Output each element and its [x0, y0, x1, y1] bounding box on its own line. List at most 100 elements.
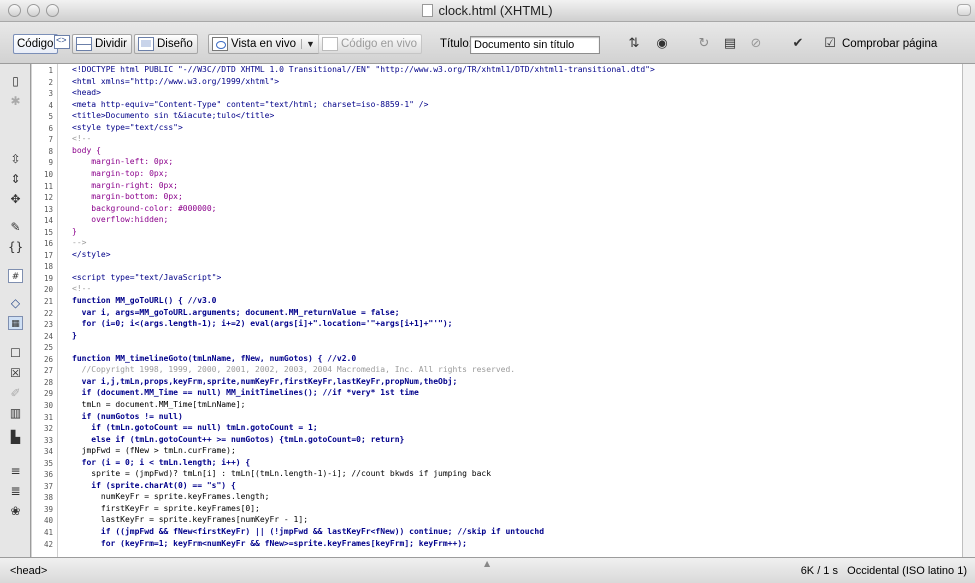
- code-line[interactable]: for (keyFrm=1; keyFrm<numKeyFr && fNew>=…: [72, 539, 467, 548]
- code-line[interactable]: <!DOCTYPE html PUBLIC "-//W3C//DTD XHTML…: [72, 65, 655, 74]
- line-number: 13: [43, 204, 53, 214]
- live-code-button[interactable]: Código en vivo: [318, 34, 423, 54]
- window-titlebar[interactable]: clock.html (XHTML): [0, 0, 975, 22]
- code-line[interactable]: body {: [72, 146, 101, 155]
- line-number-gutter: 1 2 3 4 5 6 7 8 9 10 11 12 13 14 15 16 17 18 19 20 21 22 23 24 2…: [32, 64, 58, 557]
- visual-aids-icon[interactable]: ⊘: [748, 37, 764, 51]
- syntax-error-alerts-icon[interactable]: ▦: [8, 316, 23, 330]
- code-line[interactable]: if (sprite.charAt(0) == "s") {: [72, 481, 236, 490]
- code-editor[interactable]: 1 2 3 4 5 6 7 8 9 10 11 12 13 14 15 16 17 18 19 20 21 22 23 24 2…: [32, 64, 962, 557]
- collapse-selection-icon[interactable]: ⇕: [8, 172, 23, 186]
- line-number: 22: [43, 308, 53, 318]
- code-line[interactable]: <!--: [72, 134, 91, 143]
- line-number: 32: [43, 424, 53, 434]
- open-documents-icon[interactable]: ▯: [8, 74, 23, 88]
- live-view-button[interactable]: Vista en vivo ▼: [208, 34, 320, 54]
- code-line[interactable]: function MM_timelineGoto(tmLnName, fNew,…: [72, 354, 356, 363]
- code-line[interactable]: tmLn = document.MM_Time[tmLnName];: [72, 400, 246, 409]
- line-number: 14: [43, 216, 53, 226]
- code-line[interactable]: if (tmLn.gotoCount == null) tmLn.gotoCou…: [72, 423, 317, 432]
- expand-all-icon[interactable]: ✥: [8, 192, 23, 206]
- code-view-button[interactable]: Código: [13, 34, 70, 54]
- chevron-down-icon[interactable]: ▼: [301, 39, 315, 49]
- code-line[interactable]: var i, args=MM_goToURL.arguments; docume…: [72, 308, 400, 317]
- code-line[interactable]: overflow:hidden;: [72, 215, 168, 224]
- line-number: 37: [43, 481, 53, 491]
- code-line[interactable]: <title>Documento sin t&iacute;tulo</titl…: [72, 111, 274, 120]
- code-line[interactable]: <script type="text/JavaScript">: [72, 273, 221, 282]
- code-line[interactable]: <head>: [72, 88, 101, 97]
- vertical-scrollbar[interactable]: [962, 64, 975, 557]
- code-line[interactable]: //Copyright 1998, 1999, 2000, 2001, 2002…: [72, 365, 515, 374]
- line-number: 5: [48, 112, 53, 122]
- line-number: 10: [43, 169, 53, 179]
- code-view-icon: [54, 35, 70, 49]
- line-number: 33: [43, 435, 53, 445]
- code-line[interactable]: for (i=0; i<(args.length-1); i+=2) eval(…: [72, 319, 453, 328]
- code-line[interactable]: -->: [72, 238, 86, 247]
- document-info: 6K / 1 s Occidental (ISO latino 1): [801, 565, 967, 577]
- code-line[interactable]: }: [72, 331, 77, 340]
- code-line[interactable]: <!--: [72, 285, 91, 294]
- line-number: 17: [43, 250, 53, 260]
- code-line[interactable]: margin-left: 0px;: [72, 157, 173, 166]
- file-management-icon[interactable]: ⇅: [626, 37, 642, 51]
- show-code-navigator-icon[interactable]: ✱: [8, 94, 23, 108]
- highlight-invalid-code-icon[interactable]: ◇: [8, 296, 23, 310]
- code-line[interactable]: for (i = 0; i < tmLn.length; i++) {: [72, 458, 251, 467]
- code-line[interactable]: margin-bottom: 0px;: [72, 192, 183, 201]
- line-number: 27: [43, 366, 53, 376]
- code-line[interactable]: sprite = (jmpFwd)? tmLn[i] : tmLn[(tmLn.…: [72, 469, 491, 478]
- check-page-icon[interactable]: ☑: [822, 37, 838, 51]
- line-number: 20: [43, 285, 53, 295]
- indent-code-icon[interactable]: ≡: [8, 464, 23, 478]
- recent-snippets-icon[interactable]: ▥: [8, 406, 23, 420]
- code-line[interactable]: if (document.MM_Time == null) MM_initTim…: [72, 388, 419, 397]
- select-parent-tag-icon[interactable]: ✎: [8, 220, 23, 234]
- code-line[interactable]: jmpFwd = (fNew > tmLn.curFrame);: [72, 446, 236, 455]
- design-view-icon: [138, 37, 154, 51]
- document-icon: [422, 4, 434, 17]
- document-encoding[interactable]: Occidental (ISO latino 1): [847, 565, 967, 577]
- collapse-full-tag-icon[interactable]: ⇳: [8, 152, 23, 166]
- line-numbers-icon[interactable]: #: [8, 269, 23, 283]
- code-line[interactable]: numKeyFr = sprite.keyFrames.length;: [72, 492, 270, 501]
- wrap-tag-icon[interactable]: ✐: [8, 386, 23, 400]
- design-view-button[interactable]: Diseño: [134, 34, 198, 54]
- code-line[interactable]: background-color: #000000;: [72, 204, 216, 213]
- code-line[interactable]: </style>: [72, 250, 111, 259]
- code-line[interactable]: margin-top: 0px;: [72, 169, 168, 178]
- line-number: 30: [43, 400, 53, 410]
- move-css-icon[interactable]: ▙: [8, 430, 23, 444]
- split-view-button[interactable]: Dividir: [72, 34, 132, 54]
- document-title-input[interactable]: [470, 36, 600, 54]
- view-options-icon[interactable]: ▤: [722, 37, 738, 51]
- balance-braces-icon[interactable]: {}: [8, 240, 23, 254]
- code-line[interactable]: if ((jmpFwd && fNew<firstKeyFr) || (!jmp…: [72, 527, 544, 536]
- check-page-button[interactable]: Comprobar página: [842, 38, 937, 50]
- code-line[interactable]: if (numGotos != null): [72, 412, 183, 421]
- tag-selector[interactable]: <head>: [10, 565, 47, 577]
- refresh-design-view-icon[interactable]: ↻: [696, 37, 712, 51]
- format-source-code-icon[interactable]: ❀: [8, 504, 23, 518]
- apply-comment-icon[interactable]: ☐: [8, 346, 23, 360]
- line-number: 3: [48, 89, 53, 99]
- code-line[interactable]: function MM_goToURL() { //v3.0: [72, 296, 217, 305]
- code-line[interactable]: firstKeyFr = sprite.keyFrames[0];: [72, 504, 260, 513]
- code-line[interactable]: <style type="text/css">: [72, 123, 183, 132]
- code-line[interactable]: }: [72, 227, 77, 236]
- code-line[interactable]: else if (tmLn.gotoCount++ >= numGotos) {…: [72, 435, 404, 444]
- panel-resize-handle[interactable]: ▲: [484, 559, 490, 568]
- code-line[interactable]: <meta http-equiv="Content-Type" content=…: [72, 100, 428, 109]
- code-line[interactable]: lastKeyFr = sprite.keyFrames[numKeyFr - …: [72, 516, 308, 525]
- outdent-code-icon[interactable]: ≣: [8, 484, 23, 498]
- validate-markup-icon[interactable]: ✔: [790, 37, 806, 51]
- preview-browser-icon[interactable]: ◉: [654, 37, 670, 51]
- line-number: 9: [48, 158, 53, 168]
- code-line[interactable]: <html xmlns="http://www.w3.org/1999/xhtm…: [72, 77, 279, 86]
- line-number: 6: [48, 123, 53, 133]
- code-line[interactable]: var i,j,tmLn,props,keyFrm,sprite,numKeyF…: [72, 377, 458, 386]
- remove-comment-icon[interactable]: ☒: [8, 366, 23, 380]
- code-line[interactable]: margin-right: 0px;: [72, 181, 178, 190]
- toolbar-toggle-button[interactable]: [957, 4, 971, 16]
